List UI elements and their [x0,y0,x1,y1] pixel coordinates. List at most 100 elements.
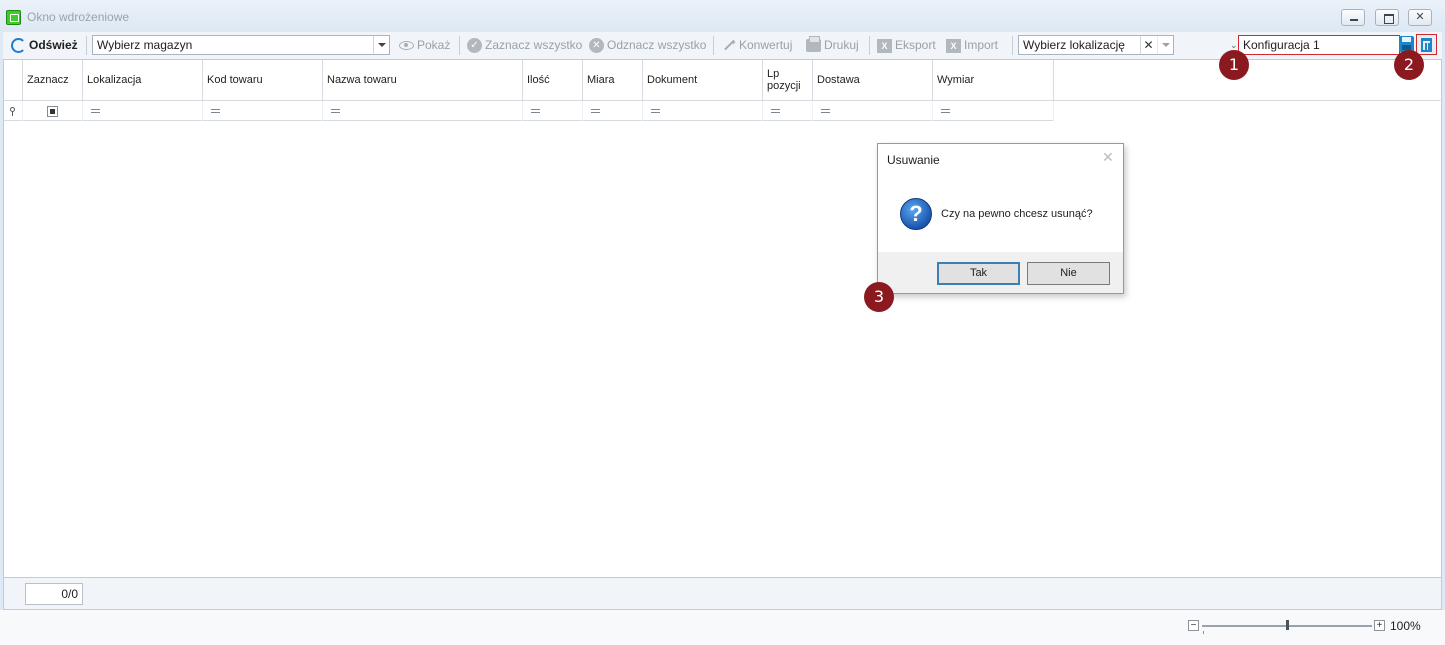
column-header-kod-towaru[interactable]: Kod towaru [203,60,323,101]
configuration-select-value: Konfiguracja 1 [1243,38,1320,52]
convert-label: Konwertuj [739,38,793,52]
filter-kod-towaru[interactable] [203,101,323,121]
deselect-all-button[interactable]: ✕ Odznacz wszystko [589,36,706,54]
clear-location-icon[interactable]: ✕ [1140,36,1156,54]
export-button[interactable]: X Eksport [877,36,936,54]
refresh-label: Odśwież [29,38,78,52]
select-all-label: Zaznacz wszystko [485,38,583,52]
filter-zaznacz[interactable] [23,101,83,121]
magic-wand-icon [721,34,737,53]
filter-miara[interactable] [583,101,643,121]
equals-icon [591,109,600,113]
equals-icon [941,109,950,113]
data-grid: Zaznacz Lokalizacja Kod towaru Nazwa tow… [3,59,1443,578]
minimize-icon [1342,10,1364,25]
filter-row [4,101,1054,121]
row-indicator-header [4,60,23,101]
dialog-close-icon[interactable]: ✕ [1102,149,1114,166]
dialog-message: Czy na pewno chcesz usunąć? [941,208,1093,220]
column-header-miara[interactable]: Miara [583,60,643,101]
column-header-zaznacz[interactable]: Zaznacz [23,60,83,101]
dialog-title: Usuwanie [887,153,940,167]
zoom-slider-thumb[interactable] [1286,620,1289,630]
no-button[interactable]: Nie [1027,262,1110,285]
column-header-ilosc[interactable]: Ilość [523,60,583,101]
column-header-lp-pozycji[interactable]: Lp pozycji [763,60,813,101]
zoom-percent: 100% [1390,619,1421,633]
convert-button[interactable]: Konwertuj [721,34,793,54]
filter-dostawa[interactable] [813,101,933,121]
filter-lokalizacja[interactable] [83,101,203,121]
grid-footer: 0/0 [3,578,1442,610]
equals-icon [771,109,780,113]
basket-app-icon [6,10,21,25]
refresh-button[interactable]: Odśwież [11,36,78,54]
excel-icon: X [877,38,892,53]
check-circle-icon: ✓ [467,38,482,54]
callout-marker-2: 2 [1394,50,1424,80]
delete-configuration-button[interactable] [1416,34,1437,55]
equals-icon [651,109,660,113]
yes-button[interactable]: Tak [937,262,1020,285]
restore-button[interactable] [1375,9,1399,26]
toolbar-divider [1012,36,1013,55]
dialog-footer: Tak Nie [878,252,1123,293]
filter-nazwa-towaru[interactable] [323,101,523,121]
equals-icon [821,109,830,113]
lp-line-2: pozycji [767,80,801,92]
deselect-all-label: Odznacz wszystko [607,38,707,52]
select-all-button[interactable]: ✓ Zaznacz wszystko [467,36,582,54]
minimize-button[interactable] [1341,9,1365,26]
zoom-out-button[interactable]: − [1188,620,1199,631]
question-icon: ? [900,198,932,230]
location-select-value: Wybierz lokalizację [1023,38,1125,52]
callout-marker-3: 3 [864,282,894,312]
toolbar-divider [86,36,87,55]
zoom-tick [1203,631,1204,634]
column-header-nazwa-towaru[interactable]: Nazwa towaru [323,60,523,101]
delete-confirm-dialog: Usuwanie ✕ ? Czy na pewno chcesz usunąć?… [877,143,1124,294]
eye-icon [399,41,414,51]
column-header-dokument[interactable]: Dokument [643,60,763,101]
zoom-in-button[interactable]: + [1374,620,1385,631]
toolbar-divider [869,36,870,55]
configuration-select[interactable]: Konfiguracja 1 [1238,35,1411,55]
filter-pin-cell[interactable] [4,101,23,121]
callout-marker-1: 1 [1219,50,1249,80]
filter-wymiar[interactable] [933,101,1054,121]
trash-icon [1421,38,1432,52]
lp-line-1: Lp [767,68,780,80]
show-label: Pokaż [417,38,451,52]
excel-icon: X [946,38,961,53]
chevron-down-icon[interactable] [373,36,389,54]
printer-icon [806,36,821,53]
equals-icon [91,109,100,113]
filter-checkbox[interactable] [47,106,58,117]
restore-icon [1376,10,1398,25]
app-window: Okno wdrożeniowe ✕ Odśwież Wybierz magaz… [0,0,1445,645]
pin-icon [10,107,15,116]
filter-dokument[interactable] [643,101,763,121]
print-button[interactable]: Drukuj [806,36,859,54]
show-button[interactable]: Pokaż [399,36,450,54]
window-title: Okno wdrożeniowe [27,10,130,24]
print-label: Drukuj [824,38,859,52]
close-icon: ✕ [1415,11,1425,23]
x-circle-icon: ✕ [589,38,604,54]
warehouse-select[interactable]: Wybierz magazyn [92,35,390,55]
warehouse-select-value: Wybierz magazyn [97,38,193,52]
filter-lp-pozycji[interactable] [763,101,813,121]
close-window-button[interactable]: ✕ [1408,9,1432,26]
toolbar-divider [713,36,714,55]
equals-icon [211,109,220,113]
chevron-down-icon[interactable] [1157,36,1173,54]
column-header-dostawa[interactable]: Dostawa [813,60,933,101]
column-header-lokalizacja[interactable]: Lokalizacja [83,60,203,101]
location-select[interactable]: Wybierz lokalizację ✕ [1018,35,1174,55]
refresh-icon [11,38,26,54]
column-header-wymiar[interactable]: Wymiar [933,60,1054,101]
filter-ilosc[interactable] [523,101,583,121]
import-button[interactable]: X Import [946,36,998,54]
equals-icon [531,109,540,113]
equals-icon [331,109,340,113]
